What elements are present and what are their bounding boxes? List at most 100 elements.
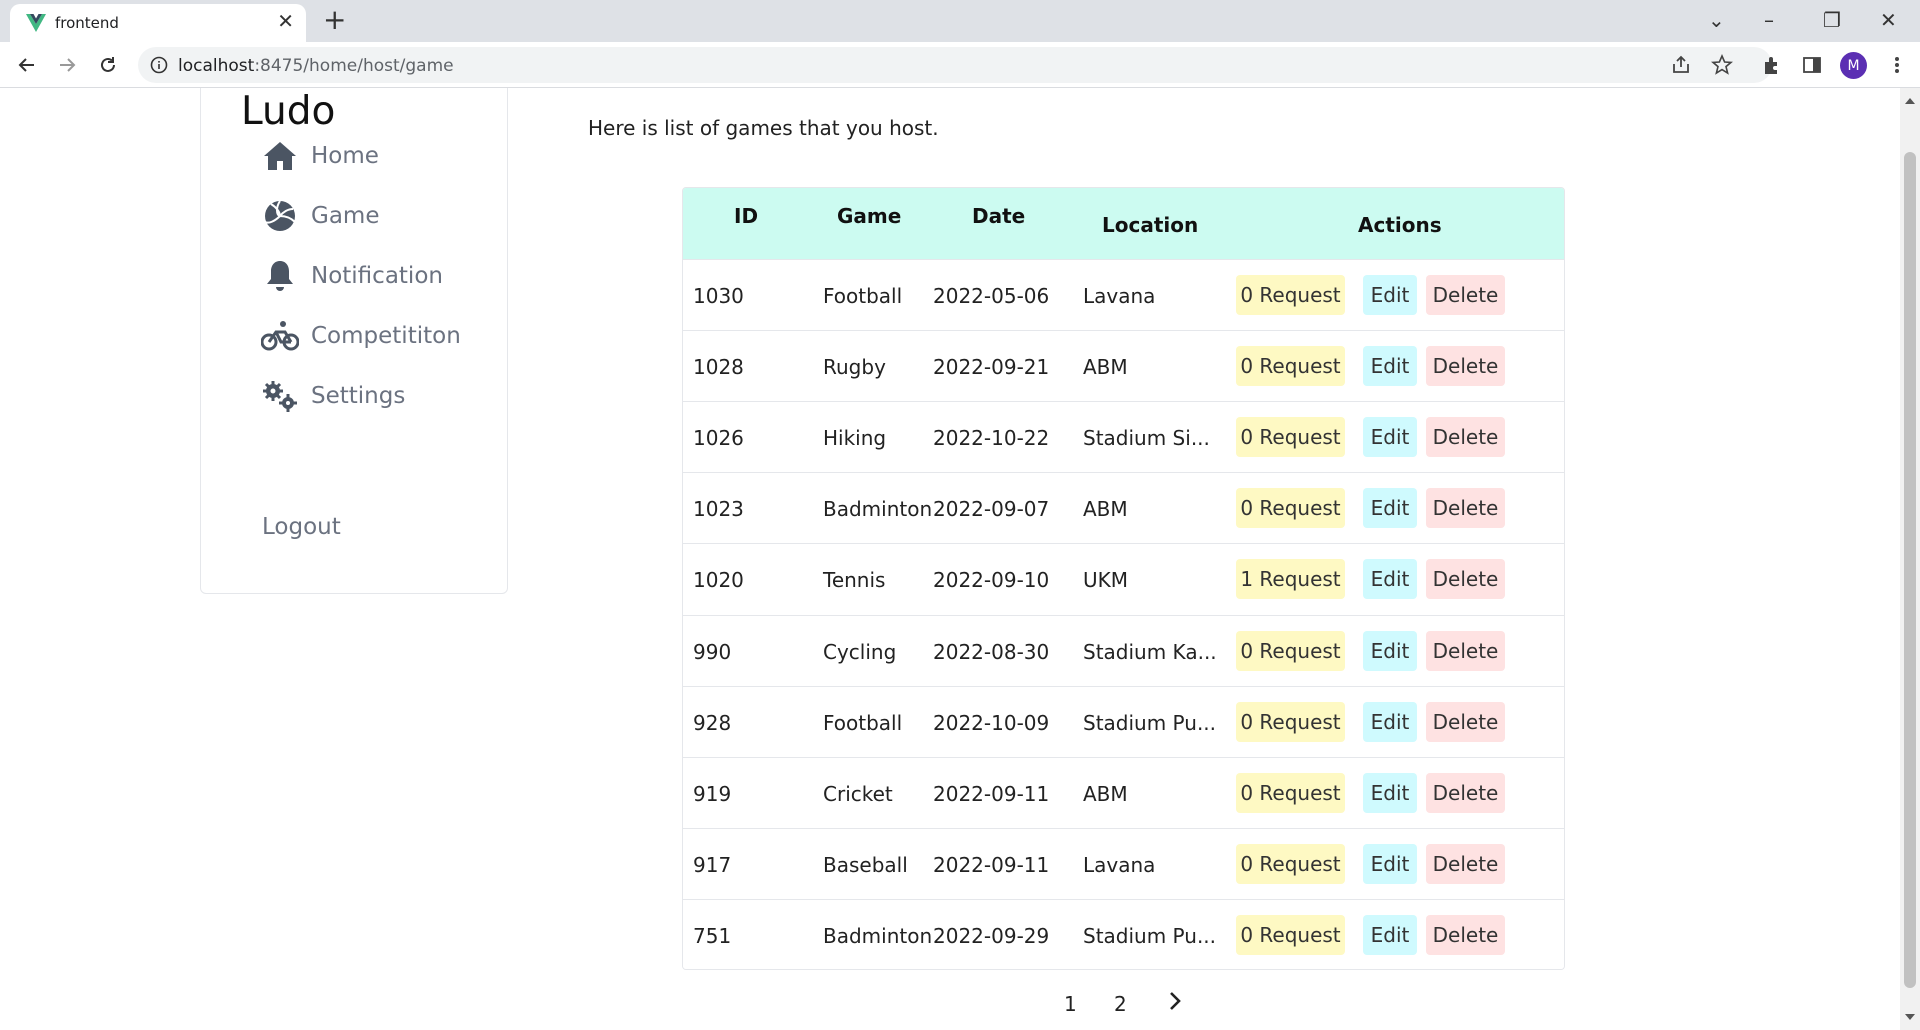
column-header-id: ID — [734, 204, 759, 228]
page-1-link[interactable]: 1 — [1064, 992, 1077, 1016]
close-tab-icon[interactable]: ✕ — [277, 11, 294, 31]
cell-location: Stadium Ka... — [1083, 640, 1217, 664]
sidebar-item-competition[interactable]: Competititon — [261, 314, 461, 358]
browser-tab[interactable]: frontend ✕ — [10, 4, 306, 42]
side-panel-icon[interactable] — [1801, 54, 1823, 76]
request-button[interactable]: 0 Request — [1236, 773, 1345, 813]
cell-game: Badminton — [823, 924, 933, 948]
delete-button[interactable]: Delete — [1426, 275, 1505, 315]
sidebar-item-notification[interactable]: Notification — [261, 254, 443, 298]
sidebar: Ludo Home Game Notification Competititon — [200, 88, 508, 594]
scroll-up-icon[interactable] — [1905, 98, 1915, 104]
cell-date: 2022-09-10 — [933, 568, 1050, 592]
cell-date: 2022-05-06 — [933, 284, 1050, 308]
cell-id: 1026 — [693, 426, 744, 450]
cell-date: 2022-09-29 — [933, 924, 1050, 948]
games-table: ID Game Date Location Actions 1030 Footba… — [682, 187, 1565, 970]
cell-id: 1020 — [693, 568, 744, 592]
gears-icon — [261, 377, 299, 415]
browser-toolbar: localhost:8475/home/host/game M — [0, 42, 1920, 88]
sidebar-item-settings[interactable]: Settings — [261, 374, 405, 418]
scroll-down-icon[interactable] — [1905, 1014, 1915, 1020]
table-row: 917 Baseball 2022-09-11 Lavana 0 Request Edit… — [683, 828, 1564, 899]
cell-id: 919 — [693, 782, 732, 806]
table-row: 1020 Tennis 2022-09-10 UKM 1 Request Edit Dele… — [683, 543, 1564, 614]
cell-date: 2022-09-11 — [933, 782, 1050, 806]
delete-button[interactable]: Delete — [1426, 773, 1505, 813]
edit-button[interactable]: Edit — [1363, 631, 1417, 671]
request-button[interactable]: 0 Request — [1236, 915, 1345, 955]
sidebar-item-home[interactable]: Home — [261, 134, 379, 178]
request-button[interactable]: 0 Request — [1236, 702, 1345, 742]
cell-game: Baseball — [823, 853, 908, 877]
close-window-icon[interactable]: ✕ — [1880, 6, 1897, 34]
back-icon[interactable] — [13, 51, 41, 79]
table-row: 919 Cricket 2022-09-11 ABM 0 Request Edit Dele… — [683, 757, 1564, 828]
delete-button[interactable]: Delete — [1426, 631, 1505, 671]
new-tab-icon[interactable]: + — [323, 5, 346, 35]
profile-avatar[interactable]: M — [1840, 52, 1867, 79]
edit-button[interactable]: Edit — [1363, 275, 1417, 315]
cell-id: 1023 — [693, 497, 744, 521]
edit-button[interactable]: Edit — [1363, 844, 1417, 884]
sidebar-item-label: Game — [311, 203, 380, 229]
cell-id: 1030 — [693, 284, 744, 308]
table-header: ID Game Date Location Actions — [683, 188, 1564, 259]
request-button[interactable]: 0 Request — [1236, 488, 1345, 528]
share-icon[interactable] — [1670, 54, 1692, 76]
cell-id: 990 — [693, 640, 732, 664]
column-header-location: Location — [1102, 213, 1199, 237]
site-info-icon[interactable] — [150, 56, 168, 74]
sidebar-item-label: Settings — [311, 383, 406, 409]
edit-button[interactable]: Edit — [1363, 559, 1417, 599]
sidebar-item-label: Notification — [311, 263, 443, 289]
delete-button[interactable]: Delete — [1426, 844, 1505, 884]
page-scrollbar[interactable] — [1900, 88, 1920, 1030]
table-row: 990 Cycling 2022-08-30 Stadium Ka... 0 Reque… — [683, 615, 1564, 686]
request-button[interactable]: 0 Request — [1236, 417, 1345, 457]
forward-icon[interactable] — [53, 51, 81, 79]
more-menu-icon[interactable] — [1886, 54, 1908, 76]
request-button[interactable]: 0 Request — [1236, 631, 1345, 671]
cell-id: 751 — [693, 924, 732, 948]
edit-button[interactable]: Edit — [1363, 417, 1417, 457]
cell-date: 2022-10-09 — [933, 711, 1050, 735]
restore-icon[interactable]: ❐ — [1823, 6, 1841, 34]
request-button[interactable]: 0 Request — [1236, 346, 1345, 386]
delete-button[interactable]: Delete — [1426, 559, 1505, 599]
cell-location: UKM — [1083, 568, 1129, 592]
delete-button[interactable]: Delete — [1426, 488, 1505, 528]
bookmark-star-icon[interactable] — [1710, 53, 1734, 76]
volleyball-icon — [261, 197, 299, 235]
edit-button[interactable]: Edit — [1363, 915, 1417, 955]
extensions-icon[interactable] — [1761, 54, 1783, 76]
logout-link[interactable]: Logout — [262, 514, 341, 540]
delete-button[interactable]: Delete — [1426, 417, 1505, 457]
request-button[interactable]: 1 Request — [1236, 559, 1345, 599]
page-2-link[interactable]: 2 — [1114, 992, 1127, 1016]
cell-date: 2022-09-07 — [933, 497, 1050, 521]
scrollbar-thumb[interactable] — [1904, 152, 1916, 988]
request-button[interactable]: 0 Request — [1236, 275, 1345, 315]
cell-date: 2022-09-21 — [933, 355, 1050, 379]
delete-button[interactable]: Delete — [1426, 702, 1505, 742]
delete-button[interactable]: Delete — [1426, 346, 1505, 386]
sidebar-item-game[interactable]: Game — [261, 194, 379, 238]
reload-icon[interactable] — [94, 51, 122, 79]
table-row: 1023 Badminton 2022-09-07 ABM 0 Request Edit D… — [683, 472, 1564, 543]
column-header-game: Game — [837, 204, 902, 228]
edit-button[interactable]: Edit — [1363, 346, 1417, 386]
cell-id: 928 — [693, 711, 732, 735]
address-bar[interactable]: localhost:8475/home/host/game — [138, 47, 1772, 83]
delete-button[interactable]: Delete — [1426, 915, 1505, 955]
chevron-down-icon[interactable]: ⌄ — [1708, 6, 1725, 34]
edit-button[interactable]: Edit — [1363, 702, 1417, 742]
chevron-right-icon[interactable] — [1167, 990, 1183, 1017]
request-button[interactable]: 0 Request — [1236, 844, 1345, 884]
minimize-icon[interactable]: – — [1764, 6, 1774, 34]
edit-button[interactable]: Edit — [1363, 773, 1417, 813]
cell-game: Football — [823, 711, 903, 735]
edit-button[interactable]: Edit — [1363, 488, 1417, 528]
cell-game: Cycling — [823, 640, 897, 664]
sidebar-item-label: Home — [311, 143, 379, 169]
